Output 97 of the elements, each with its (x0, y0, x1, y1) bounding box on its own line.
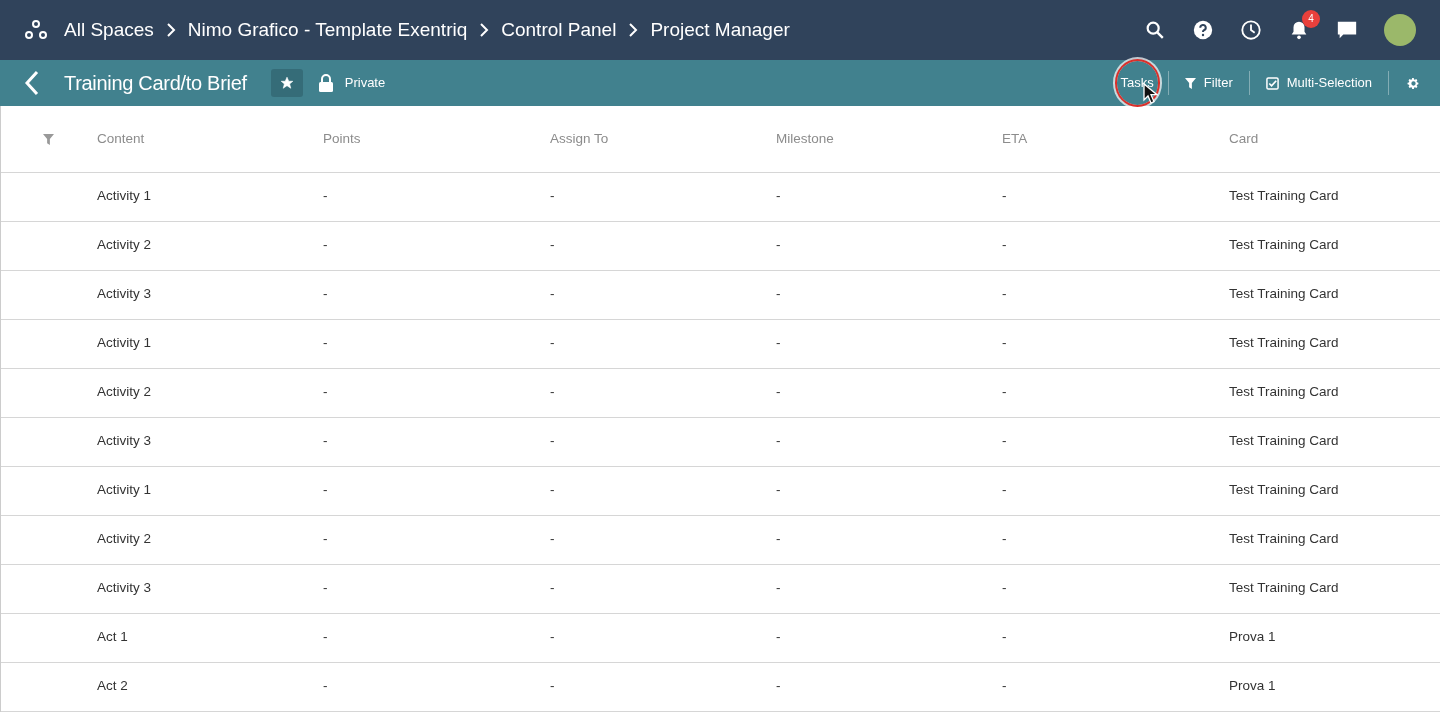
filter-icon[interactable] (42, 133, 54, 145)
table-cell: - (775, 515, 1001, 564)
table-cell: - (1001, 221, 1228, 270)
table-cell: - (322, 270, 549, 319)
table-cell: Activity 3 (96, 417, 322, 466)
table-cell: - (549, 270, 775, 319)
table-cell: Activity 1 (96, 466, 322, 515)
filter-icon (1184, 77, 1196, 89)
table-cell: Activity 3 (96, 564, 322, 613)
table-cell: Test Training Card (1228, 319, 1440, 368)
table-cell: - (775, 270, 1001, 319)
table-cell: Prova 1 (1228, 662, 1440, 711)
lock-icon (318, 74, 333, 92)
table-cell: Act 2 (96, 662, 322, 711)
spaces-icon[interactable] (24, 18, 48, 42)
table-cell: Prova 1 (1228, 613, 1440, 662)
table-cell: - (322, 221, 549, 270)
table-cell: - (1001, 466, 1228, 515)
table-cell: - (549, 417, 775, 466)
table-cell: Activity 1 (96, 172, 322, 221)
breadcrumb-link[interactable]: Nimo Grafico - Template Exentriq (187, 15, 468, 45)
table-cell: - (775, 564, 1001, 613)
visibility-label: Private (344, 74, 386, 93)
table-cell: - (1001, 270, 1228, 319)
column-header[interactable]: Assign To (549, 106, 775, 172)
settings-button[interactable] (1407, 76, 1420, 90)
table-cell: Test Training Card (1228, 368, 1440, 417)
table-cell: Test Training Card (1228, 564, 1440, 613)
breadcrumb-link[interactable]: Project Manager (650, 15, 790, 45)
table-cell: - (549, 613, 775, 662)
table-cell: - (322, 319, 549, 368)
table-cell: Activity 3 (96, 270, 322, 319)
table-cell: Activity 2 (96, 221, 322, 270)
table-cell: - (322, 564, 549, 613)
table-cell: - (1001, 368, 1228, 417)
table-cell: Activity 2 (96, 368, 322, 417)
table-cell: - (1001, 515, 1228, 564)
action-button[interactable]: Multi-Selection (1259, 69, 1378, 97)
table-cell: - (1001, 172, 1228, 221)
table-cell: - (549, 466, 775, 515)
breadcrumb-link[interactable]: Control Panel (501, 15, 617, 45)
table-cell: - (549, 368, 775, 417)
table-cell: - (775, 613, 1001, 662)
table-cell: - (549, 515, 775, 564)
checkbox-icon (1265, 76, 1279, 90)
table-cell: - (549, 662, 775, 711)
table-cell: Test Training Card (1228, 417, 1440, 466)
table-cell: - (1001, 319, 1228, 368)
table-cell: - (775, 662, 1001, 711)
column-header[interactable]: Content (96, 106, 322, 172)
notification-count: 4 (1302, 10, 1320, 28)
column-header[interactable]: Points (322, 106, 549, 172)
table-cell: - (1001, 417, 1228, 466)
table-cell: - (322, 466, 549, 515)
table-cell: - (1001, 613, 1228, 662)
table-cell: - (775, 466, 1001, 515)
breadcrumb-link[interactable]: All Spaces (64, 15, 154, 45)
table-cell: - (322, 368, 549, 417)
table-cell: - (322, 613, 549, 662)
table-cell: - (1001, 564, 1228, 613)
table-cell: - (775, 417, 1001, 466)
table-cell: Activity 2 (96, 515, 322, 564)
table-cell: - (775, 368, 1001, 417)
table-cell: - (775, 172, 1001, 221)
column-header[interactable]: ETA (1001, 106, 1228, 172)
star-icon (279, 76, 294, 90)
table-cell: - (322, 417, 549, 466)
table-cell: Test Training Card (1228, 515, 1440, 564)
column-header[interactable]: Milestone (775, 106, 1001, 172)
table-cell: - (775, 221, 1001, 270)
table-cell: - (549, 221, 775, 270)
table-cell: - (775, 319, 1001, 368)
chevron-icon (165, 23, 176, 37)
column-header[interactable]: Card (1228, 106, 1440, 172)
clock-button[interactable] (1240, 19, 1262, 41)
table-cell: - (322, 172, 549, 221)
table-cell: - (549, 319, 775, 368)
table-cell: Test Training Card (1228, 270, 1440, 319)
table-cell: - (1001, 662, 1228, 711)
table-cell: Test Training Card (1228, 172, 1440, 221)
page-title: Training Card/to Brief (64, 71, 247, 96)
table-cell: Test Training Card (1228, 221, 1440, 270)
user-avatar[interactable] (1384, 14, 1416, 46)
back-button[interactable] (24, 70, 40, 96)
table-cell: - (322, 515, 549, 564)
action-button[interactable]: Filter (1178, 69, 1239, 97)
search-button[interactable] (1144, 19, 1166, 41)
table-cell: Act 1 (96, 613, 322, 662)
chevron-icon (628, 23, 639, 37)
table-cell: Activity 1 (96, 319, 322, 368)
help-button[interactable] (1192, 19, 1214, 41)
table-cell: Test Training Card (1228, 466, 1440, 515)
chevron-icon (479, 23, 490, 37)
table-cell: - (549, 172, 775, 221)
star-button[interactable] (270, 69, 303, 97)
table-cell: - (549, 564, 775, 613)
table-cell: - (322, 662, 549, 711)
